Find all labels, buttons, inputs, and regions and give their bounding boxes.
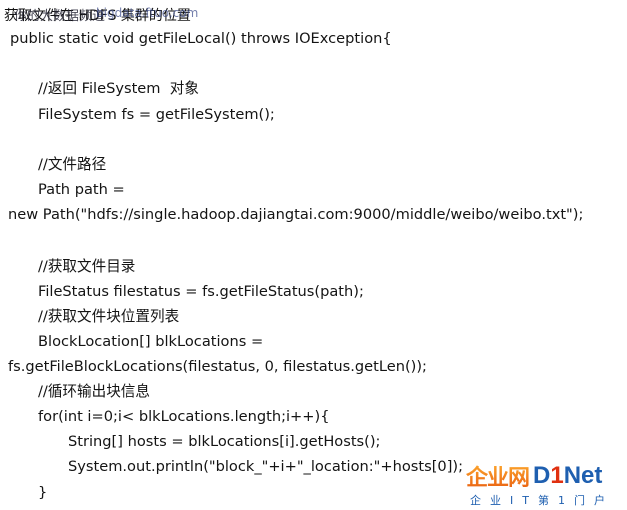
- code-comment: //获取文件块位置列表: [38, 308, 180, 325]
- code-line: BlockLocation[] blkLocations =: [38, 333, 264, 350]
- code-line: Path path =: [38, 181, 125, 198]
- logo-slogan: 企业IT第1门户: [470, 494, 614, 507]
- code-line: new Path("hdfs://single.hadoop.dajiangta…: [8, 206, 584, 223]
- logo-letters-net: Net: [563, 462, 603, 489]
- logo-chinese-name: 企业网: [466, 460, 530, 492]
- code-comment: //返回 FileSystem 对象: [38, 80, 199, 97]
- code-line: String[] hosts = blkLocations[i].getHost…: [68, 433, 381, 450]
- code-line: FileStatus filestatus = fs.getFileStatus…: [38, 283, 364, 300]
- code-line: FileSystem fs = getFileSystem();: [38, 106, 275, 123]
- heading-overlay-text: 你的大数据频道: [14, 9, 106, 24]
- code-comment: //获取文件目录: [38, 258, 136, 275]
- logo-digit-one: 1: [550, 462, 564, 489]
- code-comment: //文件路径: [38, 156, 107, 173]
- code-line: }: [38, 484, 48, 501]
- logo-wordmark: 企业网 D1Net: [466, 460, 602, 492]
- heading-overlay-url: bigdata.ftuo.com: [96, 6, 199, 20]
- logo-letter-d: D: [533, 462, 551, 489]
- code-comment: //循环输出块信息: [38, 383, 150, 400]
- d1net-watermark-logo: 企业网 D1Net 企业IT第1门户: [466, 460, 627, 510]
- code-line: System.out.println("block_"+i+"_location…: [68, 458, 464, 475]
- code-line: public static void getFileLocal() throws…: [10, 30, 392, 47]
- code-line: for(int i=0;i< blkLocations.length;i++){: [38, 408, 330, 425]
- code-line: fs.getFileBlockLocations(filestatus, 0, …: [8, 358, 427, 375]
- article-heading: 获取文件在 HDFS 集群的位置 你的大数据频道 bigdata.ftuo.co…: [4, 5, 304, 25]
- logo-english-name: D1Net: [533, 462, 602, 490]
